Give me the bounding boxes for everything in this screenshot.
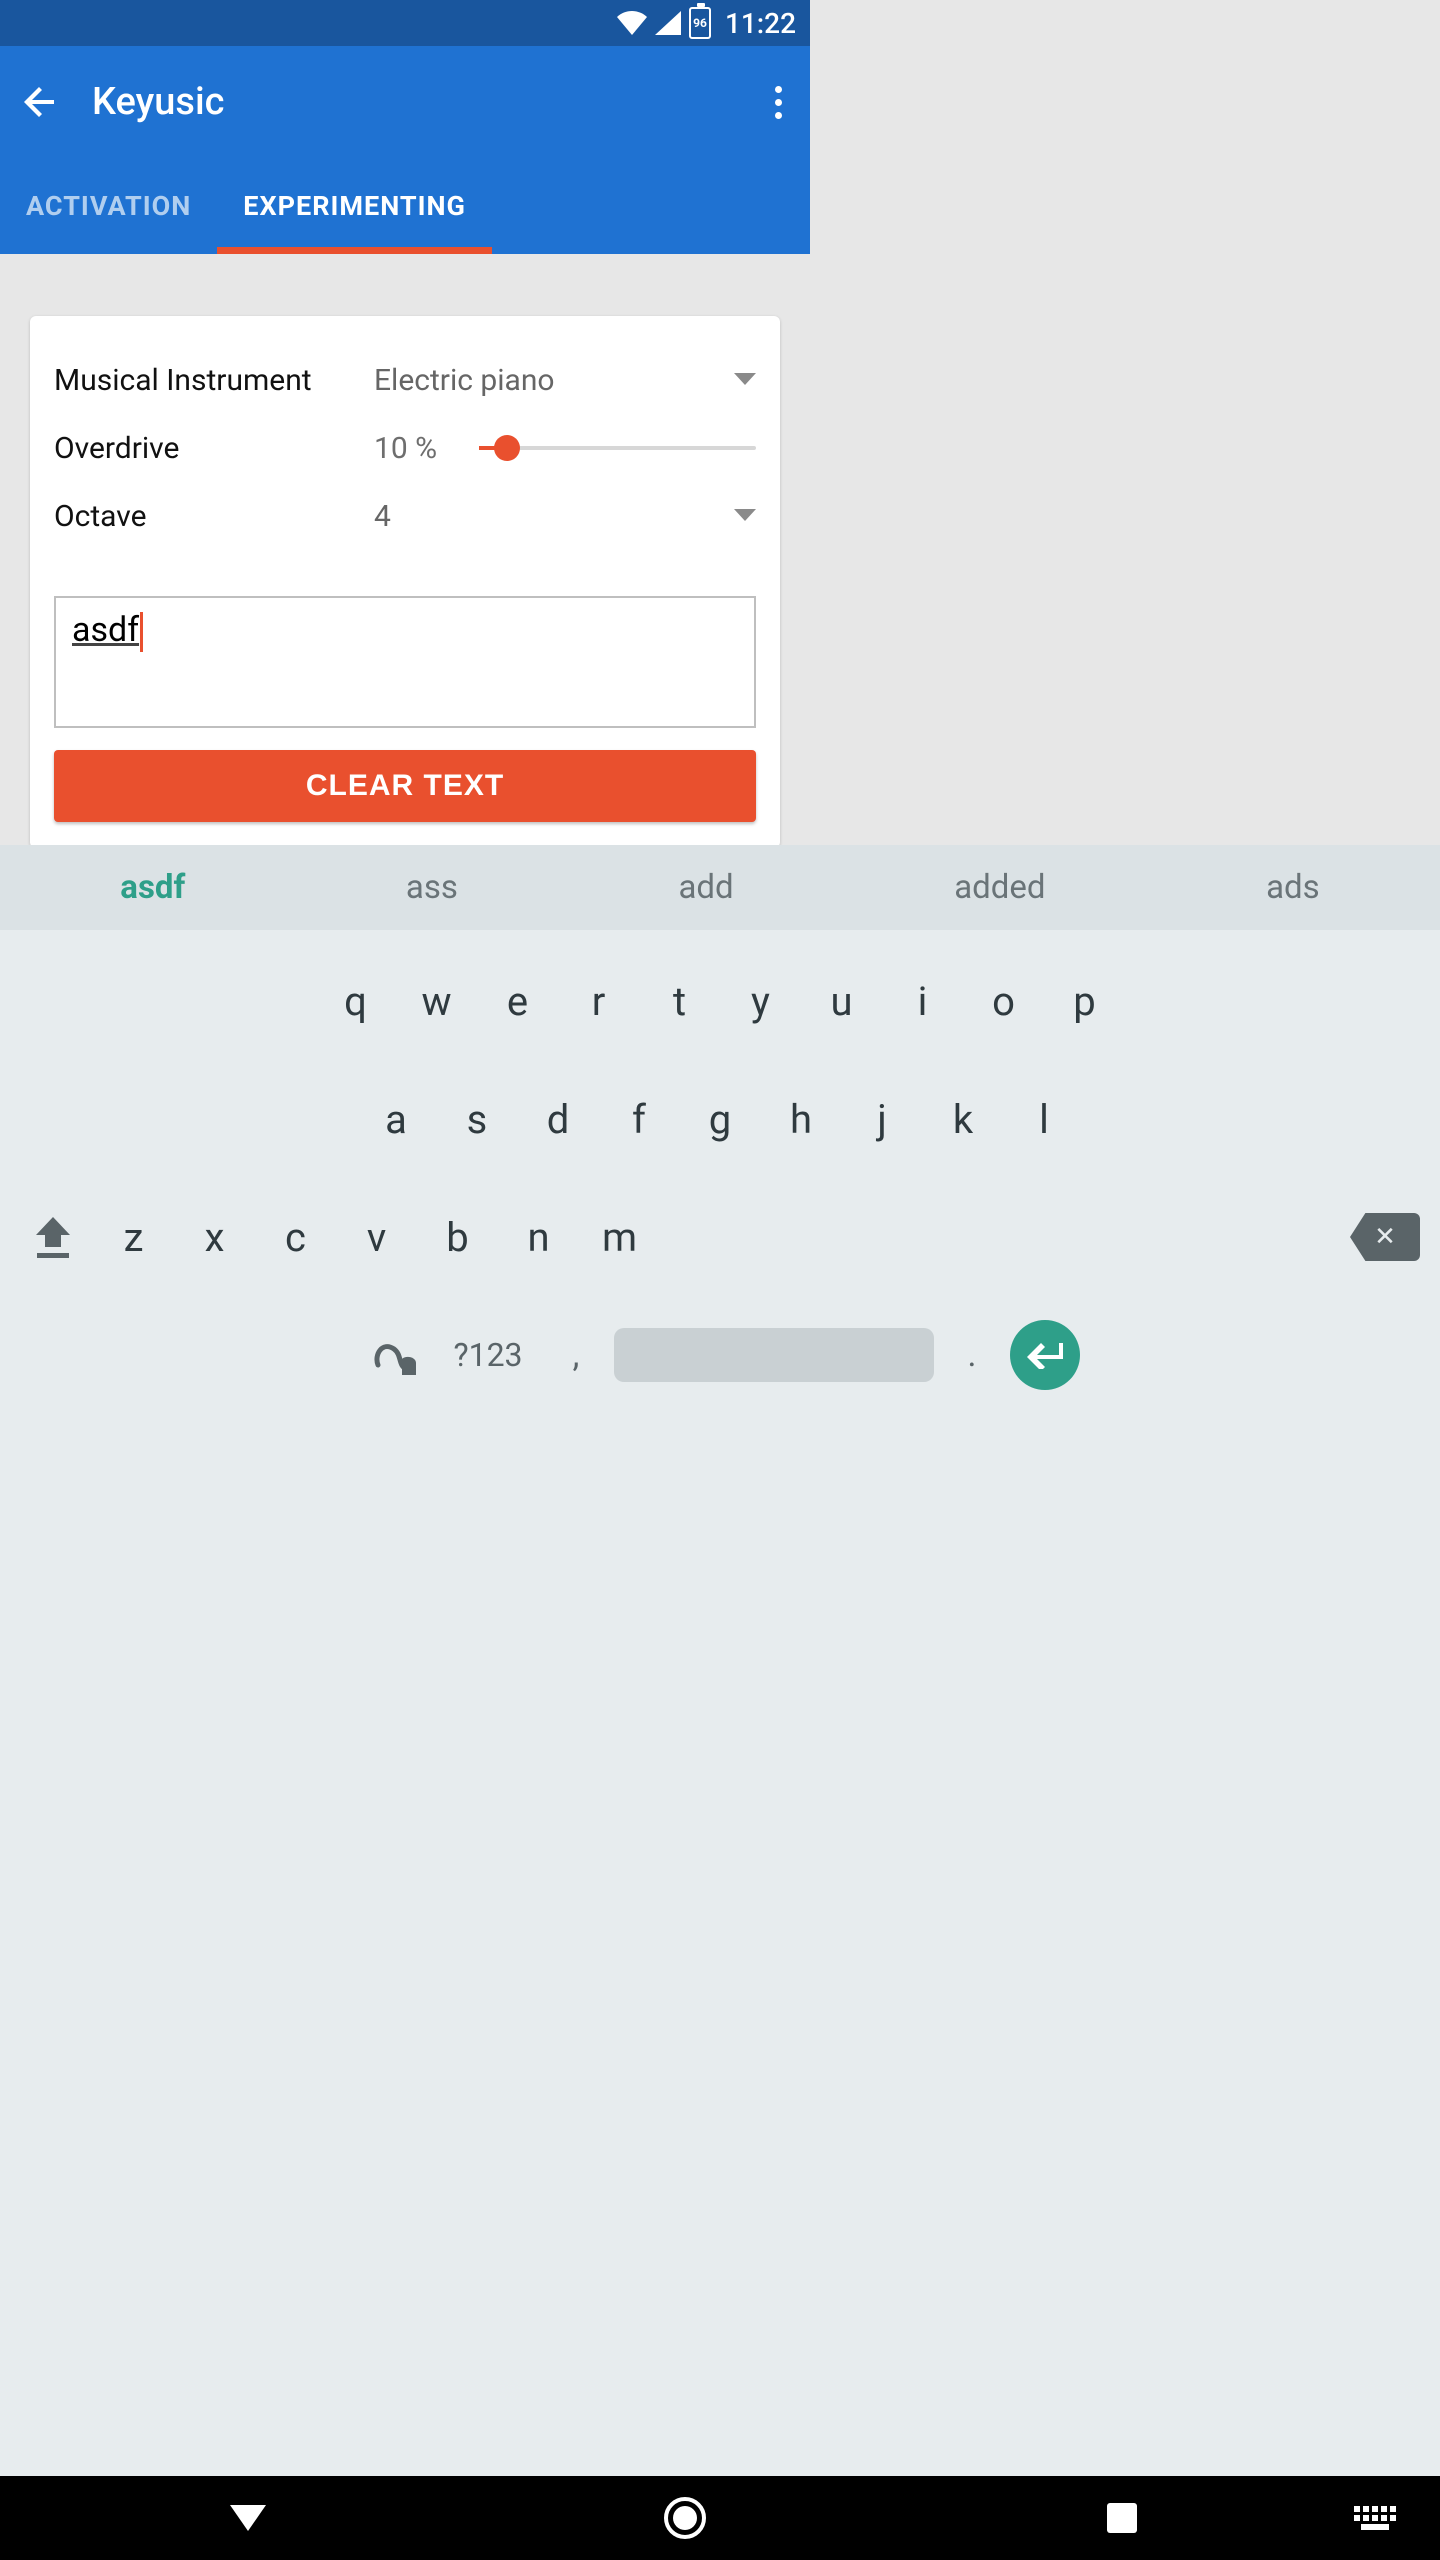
- symbols-key[interactable]: ?123: [438, 1310, 538, 1400]
- text-input[interactable]: asdf: [54, 596, 756, 728]
- content-area: Musical Instrument Electric piano Overdr…: [0, 254, 810, 848]
- key-row-1: q w e r t y u i o p: [0, 948, 1440, 1054]
- keyboard-suggestions: asdf ass add added ads: [0, 845, 1440, 930]
- tab-experimenting[interactable]: EXPERIMENTING: [217, 158, 492, 254]
- chevron-down-icon: [734, 509, 756, 523]
- spacebar-key[interactable]: [614, 1328, 934, 1382]
- key-x[interactable]: x: [174, 1192, 255, 1282]
- suggestion-3[interactable]: added: [954, 868, 1045, 907]
- key-f[interactable]: f: [599, 1074, 680, 1164]
- key-r[interactable]: r: [558, 956, 639, 1046]
- instrument-dropdown[interactable]: Electric piano: [364, 363, 756, 398]
- key-g[interactable]: g: [680, 1074, 761, 1164]
- text-caret: [140, 612, 143, 652]
- key-w[interactable]: w: [396, 956, 477, 1046]
- nav-recents-icon: [1107, 2503, 1137, 2533]
- key-o[interactable]: o: [963, 956, 1044, 1046]
- shift-underline-icon: [37, 1253, 69, 1258]
- slider-thumb[interactable]: [494, 435, 520, 461]
- nav-recents-button[interactable]: [903, 2503, 1340, 2533]
- instrument-row: Musical Instrument Electric piano: [54, 346, 756, 414]
- overdrive-value: 10 %: [374, 431, 437, 466]
- shift-key[interactable]: [12, 1192, 93, 1282]
- suggestion-4[interactable]: ads: [1266, 868, 1320, 907]
- backspace-key[interactable]: ✕: [1350, 1213, 1420, 1261]
- overdrive-label: Overdrive: [54, 431, 364, 466]
- back-button[interactable]: [20, 82, 60, 122]
- key-n[interactable]: n: [498, 1192, 579, 1282]
- suggestion-2[interactable]: add: [678, 868, 733, 907]
- key-row-2: a s d f g h j k l: [0, 1066, 1440, 1172]
- tab-bar: ACTIVATION EXPERIMENTING: [0, 158, 810, 254]
- key-k[interactable]: k: [923, 1074, 1004, 1164]
- key-v[interactable]: v: [336, 1192, 417, 1282]
- soft-keyboard: q w e r t y u i o p a s d f g h j k l z …: [0, 930, 1440, 2476]
- battery-icon: 96: [689, 7, 711, 39]
- app-title: Keyusic: [92, 80, 224, 124]
- key-row-3: z x c v b n m ✕: [0, 1184, 1440, 1290]
- enter-icon: [1027, 1341, 1063, 1369]
- key-d[interactable]: d: [518, 1074, 599, 1164]
- more-vert-icon: [775, 86, 782, 119]
- clear-text-button[interactable]: CLEAR TEXT: [54, 750, 756, 822]
- period-key[interactable]: .: [942, 1310, 1002, 1400]
- text-input-value: asdf: [72, 610, 139, 650]
- suggestion-1[interactable]: ass: [406, 868, 458, 907]
- overdrive-control: 10 %: [364, 431, 756, 466]
- key-m[interactable]: m: [579, 1192, 660, 1282]
- key-b[interactable]: b: [417, 1192, 498, 1282]
- tab-activation[interactable]: ACTIVATION: [0, 158, 217, 254]
- instrument-label: Musical Instrument: [54, 363, 364, 398]
- key-z[interactable]: z: [93, 1192, 174, 1282]
- nav-home-icon: [664, 2497, 706, 2539]
- text-field-container: asdf: [54, 596, 756, 728]
- enter-key[interactable]: [1010, 1320, 1080, 1390]
- key-row-4: ?123 , .: [0, 1302, 1440, 1408]
- settings-card: Musical Instrument Electric piano Overdr…: [30, 316, 780, 848]
- instrument-value: Electric piano: [374, 363, 555, 398]
- battery-level: 96: [693, 16, 707, 30]
- key-c[interactable]: c: [255, 1192, 336, 1282]
- system-nav-bar: [0, 2476, 1440, 2560]
- key-l[interactable]: l: [1004, 1074, 1085, 1164]
- backspace-icon: ✕: [1374, 1222, 1396, 1252]
- key-e[interactable]: e: [477, 956, 558, 1046]
- chevron-down-icon: [734, 373, 756, 387]
- nav-ime-switch-button[interactable]: [1340, 2506, 1410, 2530]
- cell-signal-icon: [655, 11, 681, 35]
- key-t[interactable]: t: [639, 956, 720, 1046]
- key-y[interactable]: y: [720, 956, 801, 1046]
- key-u[interactable]: u: [801, 956, 882, 1046]
- octave-label: Octave: [54, 499, 364, 534]
- gesture-typing-key[interactable]: [360, 1310, 430, 1400]
- overdrive-row: Overdrive 10 %: [54, 414, 756, 482]
- clock: 11:22: [725, 7, 796, 40]
- nav-back-button[interactable]: [30, 2505, 467, 2531]
- wifi-icon: [617, 11, 647, 35]
- overdrive-slider[interactable]: [479, 446, 756, 450]
- app-bar: Keyusic: [0, 46, 810, 158]
- nav-back-icon: [230, 2505, 266, 2531]
- key-i[interactable]: i: [882, 956, 963, 1046]
- gesture-icon: [372, 1335, 418, 1375]
- key-h[interactable]: h: [761, 1074, 842, 1164]
- overflow-menu-button[interactable]: [767, 78, 790, 127]
- octave-row: Octave 4: [54, 482, 756, 550]
- nav-home-button[interactable]: [467, 2497, 904, 2539]
- key-j[interactable]: j: [842, 1074, 923, 1164]
- key-a[interactable]: a: [356, 1074, 437, 1164]
- suggestion-0[interactable]: asdf: [120, 868, 185, 907]
- key-s[interactable]: s: [437, 1074, 518, 1164]
- keyboard-icon: [1354, 2506, 1396, 2530]
- octave-dropdown[interactable]: 4: [364, 499, 756, 534]
- status-bar: 96 11:22: [0, 0, 810, 46]
- comma-key[interactable]: ,: [546, 1310, 606, 1400]
- key-p[interactable]: p: [1044, 956, 1125, 1046]
- key-q[interactable]: q: [315, 956, 396, 1046]
- octave-value: 4: [374, 499, 391, 534]
- shift-icon: [36, 1217, 70, 1247]
